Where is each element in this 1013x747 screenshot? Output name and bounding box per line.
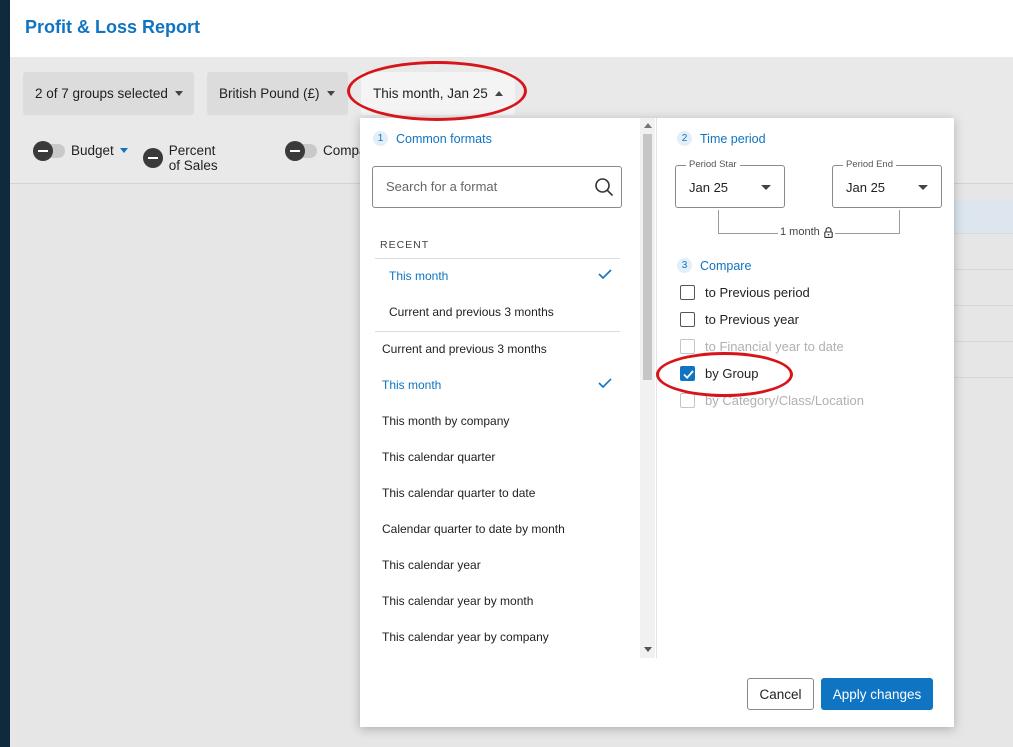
common-formats-heading: 1 Common formats — [373, 131, 492, 146]
list-item-label: This calendar quarter to date — [382, 486, 536, 500]
list-item-label: This calendar year — [382, 558, 481, 572]
list-item-label: This month — [389, 269, 449, 283]
compare-financial-year-to-date: to Financial year to date — [680, 339, 844, 354]
chevron-up-icon — [494, 91, 503, 96]
compare-toggle[interactable]: Compa — [285, 140, 367, 161]
currency-dropdown[interactable]: British Pound (£) — [207, 72, 348, 115]
period-end-value: Jan 25 — [846, 180, 886, 195]
period-start-value: Jan 25 — [689, 180, 729, 195]
checkmark-icon — [598, 378, 612, 388]
time-period-title: Time period — [700, 131, 766, 146]
search-icon[interactable] — [594, 177, 614, 197]
page-title: Profit & Loss Report — [25, 17, 201, 37]
time-period-heading: 2 Time period — [677, 131, 766, 146]
list-item[interactable]: This calendar quarter — [360, 439, 620, 475]
list-item[interactable]: This calendar year by company — [360, 619, 620, 655]
period-end-label: Period End — [843, 159, 897, 170]
compare-title: Compare — [700, 258, 752, 273]
period-duration: 1 month — [778, 226, 835, 238]
toggle-switch[interactable] — [285, 140, 317, 161]
cancel-button[interactable]: Cancel — [747, 678, 814, 710]
list-item[interactable]: This calendar quarter to date — [360, 475, 620, 511]
format-search — [372, 166, 622, 208]
recent-item-current-previous-3-months[interactable]: Current and previous 3 months — [360, 294, 620, 330]
scroll-down-icon[interactable] — [644, 647, 652, 652]
toggle-switch[interactable] — [33, 140, 65, 161]
step-number: 1 — [373, 131, 388, 146]
left-nav-rail — [0, 0, 10, 747]
groups-dropdown-label: 2 of 7 groups selected — [35, 86, 168, 101]
checkbox-label: to Previous year — [705, 312, 799, 327]
list-item[interactable]: This calendar year by month — [360, 583, 620, 619]
period-dropdown-label: This month, Jan 25 — [373, 86, 488, 101]
period-duration-label: 1 month — [780, 226, 820, 238]
date-format-panel: 1 Common formats RECENT This month Curre… — [360, 118, 954, 727]
checkbox-label: by Group — [705, 366, 759, 381]
toggle-off-icon — [33, 140, 53, 161]
list-item-label: This calendar year by month — [382, 594, 534, 608]
checkbox-label: to Financial year to date — [705, 339, 844, 354]
list-item[interactable]: Current and previous 3 months — [360, 331, 620, 367]
chevron-down-icon — [761, 185, 771, 190]
checkbox-label: by Category/Class/Location — [705, 393, 864, 408]
compare-previous-year[interactable]: to Previous year — [680, 312, 799, 327]
checkbox-checked[interactable] — [680, 366, 695, 381]
budget-toggle[interactable]: Budget — [33, 140, 128, 161]
recent-item-this-month[interactable]: This month — [360, 258, 620, 294]
apply-changes-button[interactable]: Apply changes — [821, 678, 933, 710]
list-item[interactable]: This calendar year — [360, 547, 620, 583]
compare-by-category-class-location: by Category/Class/Location — [680, 393, 864, 408]
compare-heading: 3 Compare — [677, 258, 751, 273]
period-dropdown[interactable]: This month, Jan 25 — [361, 72, 515, 115]
chevron-down-icon — [326, 91, 335, 96]
common-formats-column: 1 Common formats RECENT This month Curre… — [360, 118, 657, 658]
percent-of-sales-toggle[interactable]: Percent of Sales — [143, 143, 228, 173]
list-item-label: Current and previous 3 months — [389, 305, 554, 319]
list-item-label: This calendar year by company — [382, 630, 549, 644]
scrollbar-thumb[interactable] — [643, 134, 652, 380]
list-item-label: This month by company — [382, 414, 510, 428]
checkbox[interactable] — [680, 312, 695, 327]
format-search-input[interactable] — [386, 167, 596, 205]
chevron-down-icon — [174, 91, 183, 96]
compare-previous-period[interactable]: to Previous period — [680, 285, 810, 300]
period-start-label: Period Star — [686, 159, 740, 170]
list-item[interactable]: This month by company — [360, 403, 620, 439]
toggle-off-icon — [285, 140, 305, 161]
currency-dropdown-label: British Pound (£) — [219, 86, 320, 101]
common-formats-title: Common formats — [396, 131, 492, 146]
period-end-select[interactable]: Period End Jan 25 — [832, 159, 942, 208]
checkbox — [680, 393, 695, 408]
list-item-label: Current and previous 3 months — [382, 342, 547, 356]
scroll-up-icon[interactable] — [644, 123, 652, 128]
step-number: 3 — [677, 258, 692, 273]
checkbox-label: to Previous period — [705, 285, 810, 300]
list-item-label: Calendar quarter to date by month — [382, 522, 565, 536]
percent-of-sales-label: Percent of Sales — [168, 143, 218, 173]
compare-by-group[interactable]: by Group — [680, 366, 758, 381]
checkmark-icon — [598, 269, 612, 279]
groups-dropdown[interactable]: 2 of 7 groups selected — [23, 72, 194, 115]
checkbox — [680, 339, 695, 354]
checkmark-icon — [683, 370, 694, 380]
checkbox[interactable] — [680, 285, 695, 300]
list-item-this-month[interactable]: This month — [360, 367, 620, 403]
list-item-label: This calendar quarter — [382, 450, 496, 464]
budget-toggle-label: Budget — [71, 143, 114, 158]
chevron-down-icon[interactable] — [119, 148, 128, 153]
toggle-off-icon — [143, 148, 163, 168]
recent-label: RECENT — [380, 239, 430, 251]
page-header: Profit & Loss Report — [10, 0, 1013, 57]
chevron-down-icon — [918, 185, 928, 190]
toggle-switch[interactable] — [143, 148, 163, 168]
list-item-label: This month — [382, 378, 442, 392]
period-start-select[interactable]: Period Star Jan 25 — [675, 159, 785, 208]
step-number: 2 — [677, 131, 692, 146]
list-item[interactable]: Calendar quarter to date by month — [360, 511, 620, 547]
lock-icon[interactable] — [824, 226, 833, 238]
